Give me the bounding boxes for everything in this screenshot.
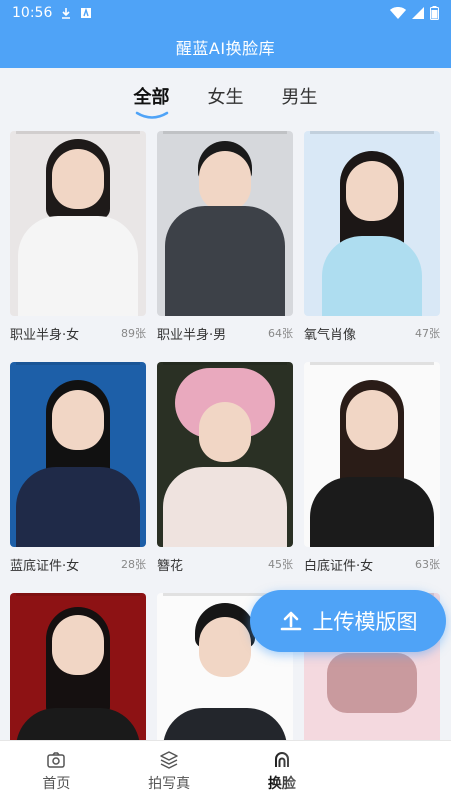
template-card[interactable]: 白底证件·女 63张: [304, 362, 440, 574]
template-thumbnail: [10, 593, 146, 740]
template-card[interactable]: 职业半身·男 64张: [157, 131, 293, 343]
category-tabs: 全部 女生 男生: [0, 68, 451, 124]
nav-photo-label: 拍写真: [148, 776, 191, 792]
upload-template-button[interactable]: 上传模版图: [250, 590, 446, 652]
app-bar: 醒蓝AI换脸库: [0, 26, 451, 68]
upload-icon: [280, 611, 301, 631]
template-card[interactable]: 簪花 45张: [157, 362, 293, 574]
template-count: 45张: [268, 558, 293, 571]
template-thumbnail: [10, 131, 146, 316]
template-count: 64张: [268, 327, 293, 340]
template-name: 职业半身·女: [10, 327, 80, 343]
template-thumbnail: [157, 131, 293, 316]
nav-home-label: 首页: [42, 776, 71, 792]
template-card[interactable]: 氧气肖像 47张: [304, 131, 440, 343]
template-name: 职业半身·男: [157, 327, 227, 343]
status-bar: 10:56: [0, 0, 451, 26]
template-count: 89张: [121, 327, 146, 340]
tab-female-label: 女生: [207, 87, 244, 108]
face-icon: [274, 752, 289, 767]
status-time: 10:56: [12, 5, 53, 21]
template-thumbnail: [10, 362, 146, 547]
camera-icon: [47, 752, 66, 768]
template-thumbnail: [157, 362, 293, 547]
template-name: 蓝底证件·女: [10, 558, 80, 574]
tab-all[interactable]: 全部: [132, 77, 172, 119]
template-card[interactable]: [10, 593, 146, 740]
nav-faceswap-label: 换脸: [267, 776, 296, 792]
app-title: 醒蓝AI换脸库: [175, 39, 276, 58]
template-name: 氧气肖像: [304, 327, 357, 343]
template-count: 28张: [121, 558, 146, 571]
tab-active-indicator: [135, 111, 168, 119]
wifi-icon: [390, 7, 406, 19]
template-count: 47张: [415, 327, 440, 340]
tab-male[interactable]: 男生: [280, 77, 320, 115]
tab-male-label: 男生: [281, 87, 318, 108]
template-count: 63张: [415, 558, 440, 571]
signal-icon: [412, 7, 424, 19]
template-thumbnail: [304, 131, 440, 316]
template-card[interactable]: 职业半身·女 89张: [10, 131, 146, 343]
app-notification-icon: [81, 7, 92, 18]
battery-icon: [430, 6, 439, 20]
nav-home[interactable]: 首页: [0, 750, 113, 793]
template-thumbnail: [304, 362, 440, 547]
nav-faceswap[interactable]: 换脸: [226, 750, 339, 793]
nav-photo[interactable]: 拍写真: [113, 750, 226, 793]
download-icon: [62, 8, 71, 19]
template-card[interactable]: 蓝底证件·女 28张: [10, 362, 146, 574]
upload-template-label: 上传模版图: [312, 610, 418, 634]
bottom-nav: 首页 拍写真 换脸: [0, 740, 451, 802]
tab-female[interactable]: 女生: [206, 77, 246, 115]
layers-icon: [160, 751, 178, 769]
tab-all-label: 全部: [133, 87, 170, 108]
template-name: 簪花: [157, 558, 184, 574]
template-name: 白底证件·女: [304, 558, 374, 574]
